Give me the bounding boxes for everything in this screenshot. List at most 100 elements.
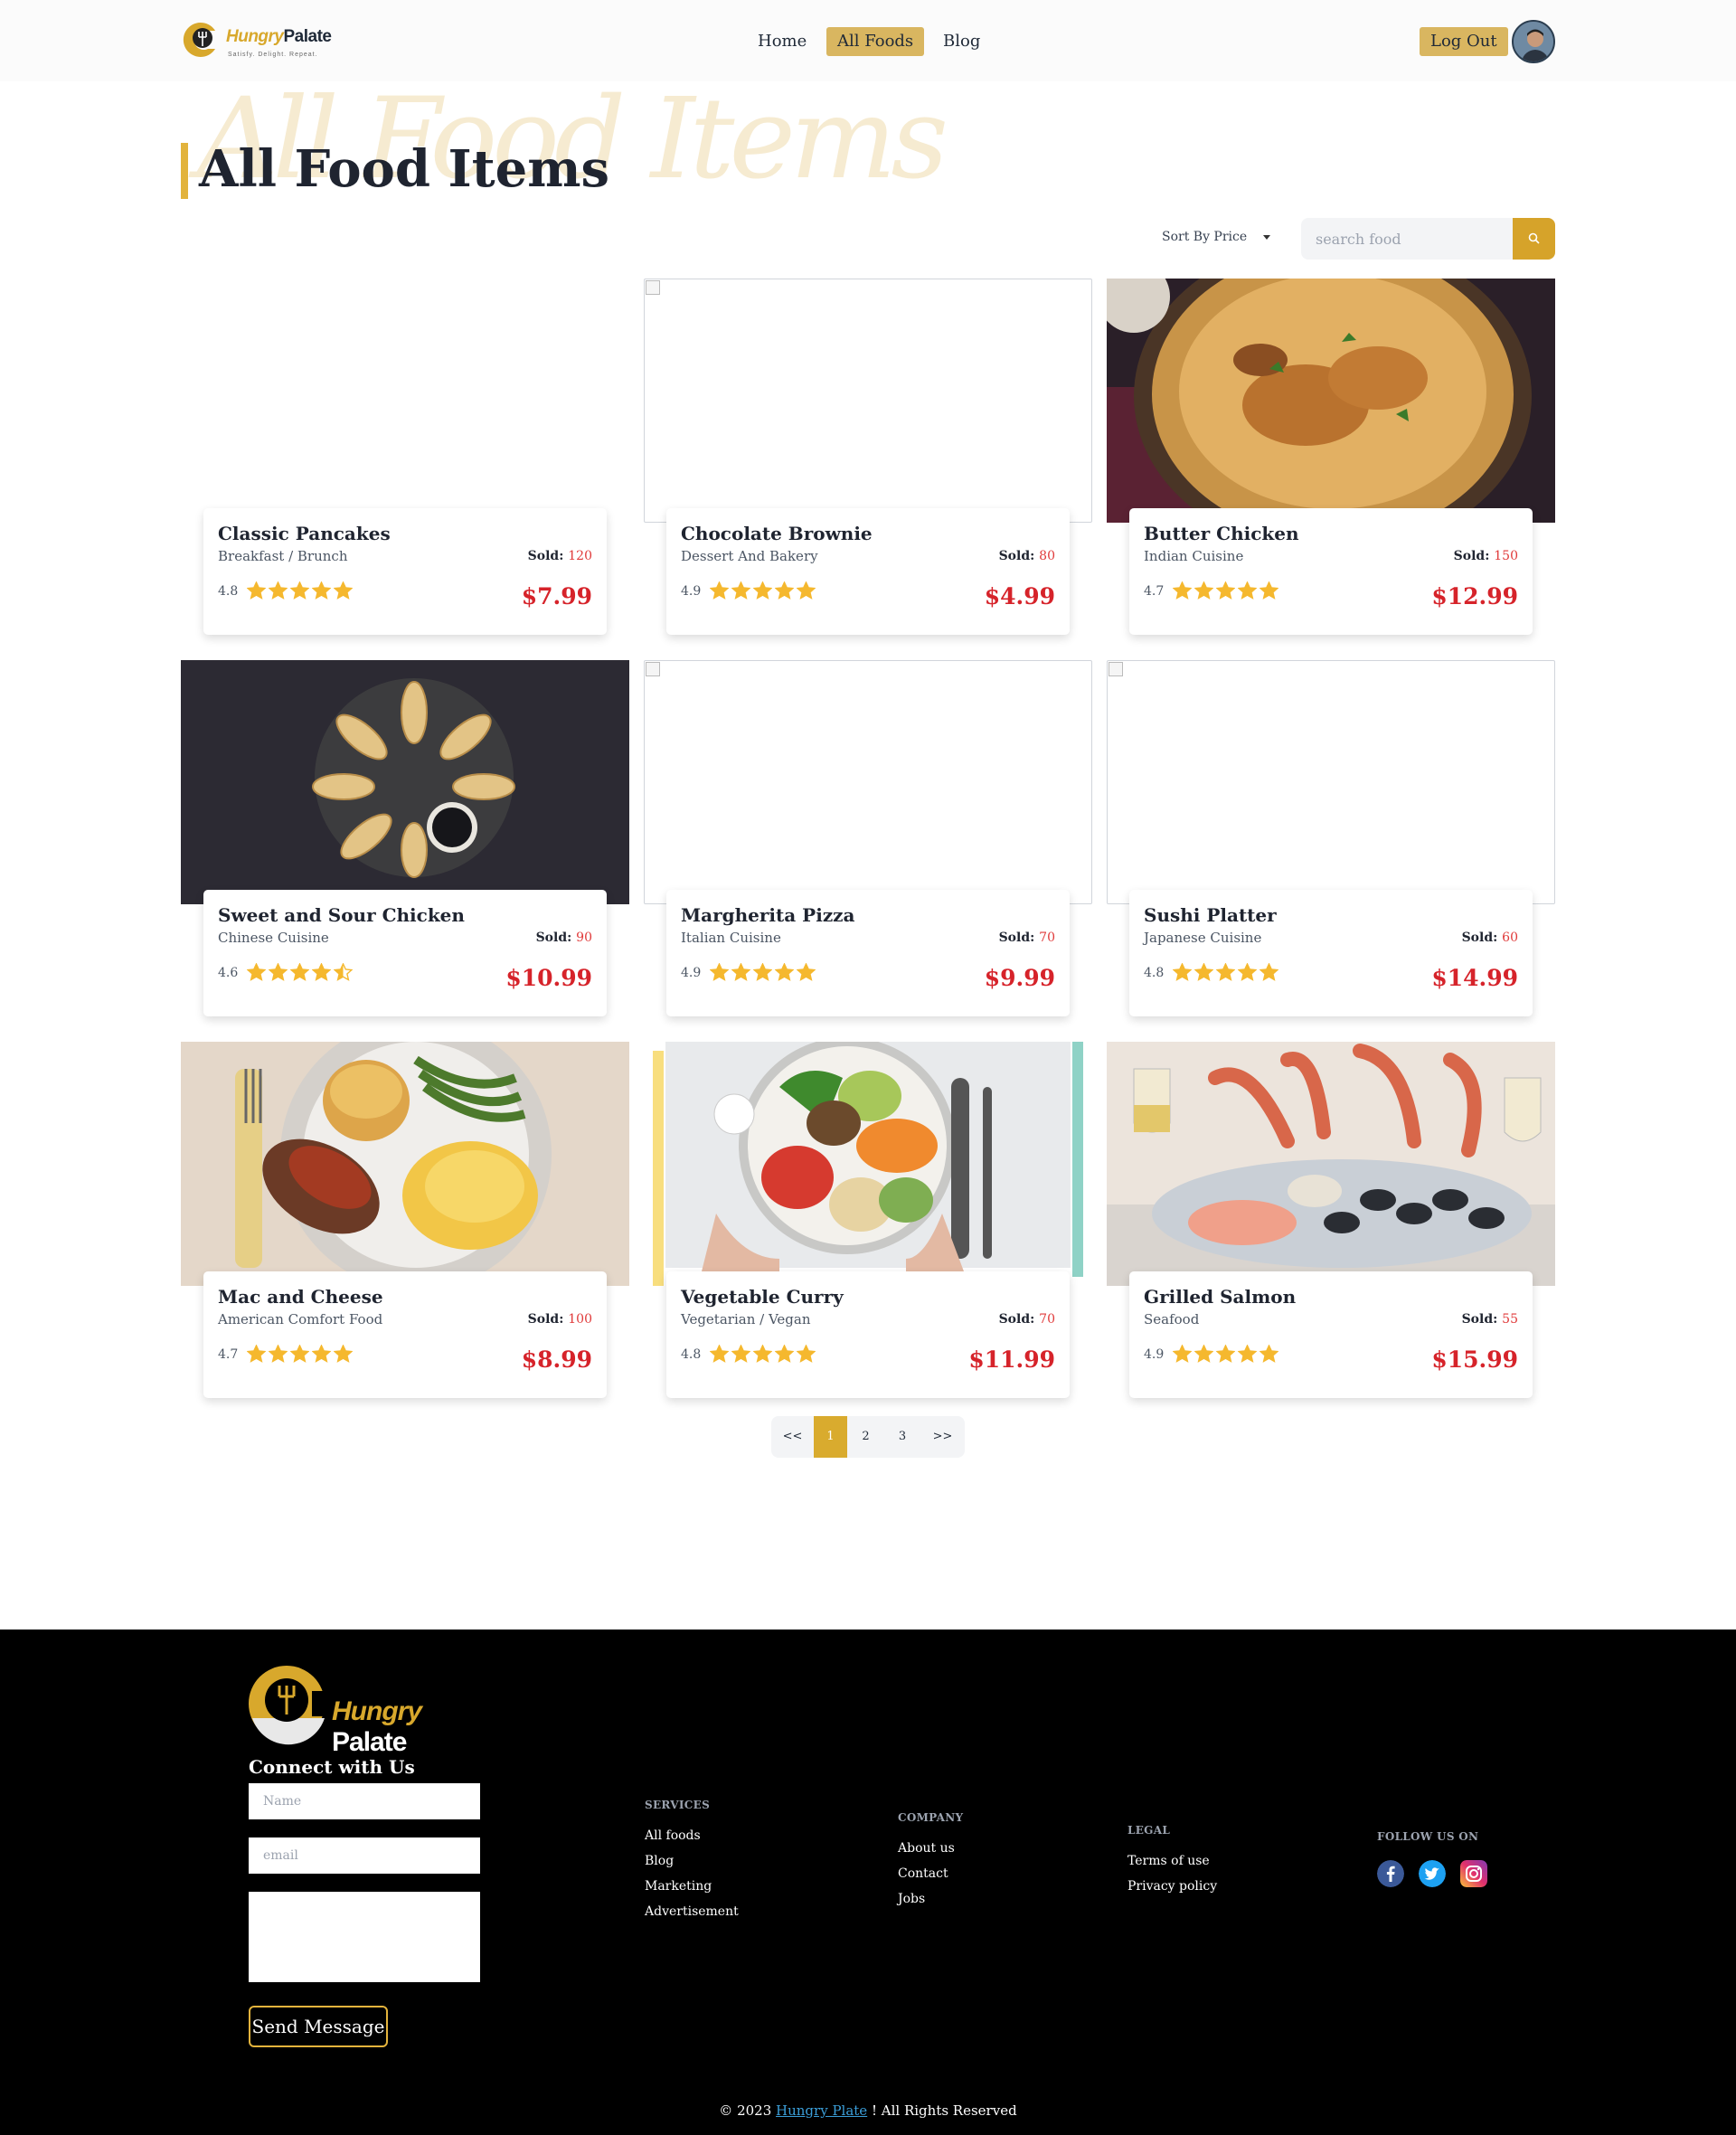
- page-button-1[interactable]: 1: [814, 1416, 847, 1458]
- page-next-button[interactable]: >>: [920, 1416, 965, 1458]
- follow-heading: FOLLOW US ON: [1377, 1830, 1479, 1843]
- food-sold: Sold: 90: [535, 931, 592, 945]
- footer-link-about[interactable]: About us: [898, 1841, 955, 1856]
- page-button-3[interactable]: 3: [884, 1416, 920, 1458]
- star-icon: [1216, 1345, 1235, 1363]
- food-card[interactable]: Chocolate Brownie Dessert And Bakery Sol…: [644, 279, 1092, 676]
- page-prev-button[interactable]: <<: [771, 1416, 814, 1458]
- food-category: Japanese Cuisine: [1144, 930, 1262, 946]
- footer-link-terms[interactable]: Terms of use: [1127, 1854, 1210, 1868]
- message-field[interactable]: [249, 1892, 480, 1982]
- food-image: [1107, 279, 1555, 523]
- title-accent-bar: [181, 143, 188, 199]
- name-field[interactable]: [249, 1783, 480, 1819]
- food-category: Vegetarian / Vegan: [681, 1311, 811, 1327]
- broken-image-icon: [646, 662, 660, 676]
- food-card[interactable]: Butter Chicken Indian Cuisine Sold: 150 …: [1107, 279, 1555, 676]
- food-rating: 4.8: [1144, 966, 1165, 980]
- food-category: Indian Cuisine: [1144, 548, 1244, 564]
- food-price: $11.99: [968, 1346, 1055, 1373]
- food-info: Butter Chicken Indian Cuisine Sold: 150 …: [1129, 508, 1533, 635]
- footer-link-contact[interactable]: Contact: [898, 1866, 948, 1881]
- star-icon: [731, 581, 750, 600]
- top-navbar: HungryPalate Satisfy. Delight. Repeat. H…: [0, 0, 1736, 81]
- food-image: [644, 1042, 1092, 1286]
- food-info: Classic Pancakes Breakfast / Brunch Sold…: [203, 508, 607, 635]
- nav-all-foods[interactable]: All Foods: [826, 27, 925, 56]
- footer-link-privacy[interactable]: Privacy policy: [1127, 1879, 1217, 1894]
- food-name: Grilled Salmon: [1144, 1286, 1297, 1308]
- food-card[interactable]: Grilled Salmon Seafood Sold: 55 4.9 $15.…: [1107, 1042, 1555, 1440]
- food-image: [1107, 660, 1555, 904]
- food-sold: Sold: 70: [998, 931, 1055, 945]
- food-price: $4.99: [984, 583, 1055, 609]
- food-category: Dessert And Bakery: [681, 548, 818, 564]
- footer-link-jobs[interactable]: Jobs: [898, 1892, 925, 1906]
- food-price: $9.99: [984, 965, 1055, 991]
- food-card[interactable]: Sweet and Sour Chicken Chinese Cuisine S…: [181, 660, 629, 1058]
- star-icon: [334, 1345, 353, 1363]
- food-sold: Sold: 150: [1453, 549, 1518, 563]
- facebook-icon[interactable]: [1377, 1860, 1404, 1887]
- twitter-icon[interactable]: [1419, 1860, 1446, 1887]
- footer-link-all-foods[interactable]: All foods: [645, 1828, 701, 1843]
- food-card[interactable]: Vegetable Curry Vegetarian / Vegan Sold:…: [644, 1042, 1092, 1440]
- footer-link-marketing[interactable]: Marketing: [645, 1879, 712, 1894]
- search-input[interactable]: [1301, 218, 1513, 260]
- food-price: $15.99: [1431, 1346, 1518, 1373]
- star-icon: [797, 963, 816, 981]
- food-card[interactable]: Sushi Platter Japanese Cuisine Sold: 60 …: [1107, 660, 1555, 1058]
- star-icon: [1238, 1345, 1257, 1363]
- star-icon: [797, 581, 816, 600]
- food-image: [181, 279, 629, 523]
- food-sold: Sold: 55: [1461, 1312, 1518, 1327]
- logout-button[interactable]: Log Out: [1420, 27, 1508, 56]
- star-icon: [334, 581, 353, 600]
- food-info: Chocolate Brownie Dessert And Bakery Sol…: [666, 508, 1070, 635]
- food-name: Vegetable Curry: [681, 1286, 844, 1308]
- sort-label: Sort By Price: [1162, 230, 1248, 244]
- food-card[interactable]: Mac and Cheese American Comfort Food Sol…: [181, 1042, 629, 1440]
- star-rating: [1173, 963, 1281, 981]
- star-rating: [1173, 1345, 1281, 1363]
- page-title: All Food Items: [199, 139, 610, 199]
- star-icon: [710, 1345, 729, 1363]
- chevron-down-icon: [1263, 234, 1271, 240]
- star-icon: [731, 963, 750, 981]
- food-rating: 4.8: [681, 1347, 702, 1362]
- nav-blog[interactable]: Blog: [932, 27, 991, 56]
- search-button[interactable]: [1513, 218, 1555, 260]
- page-button-2[interactable]: 2: [847, 1416, 884, 1458]
- star-icon: [269, 1345, 288, 1363]
- email-field[interactable]: [249, 1837, 480, 1874]
- footer-link-blog[interactable]: Blog: [645, 1854, 674, 1868]
- star-icon: [753, 581, 772, 600]
- user-icon: [1514, 22, 1553, 61]
- send-message-button[interactable]: Send Message: [249, 2006, 388, 2047]
- sort-dropdown[interactable]: Sort By Price: [1162, 230, 1271, 244]
- food-image: [181, 1042, 629, 1286]
- star-icon: [247, 1345, 266, 1363]
- food-info: Grilled Salmon Seafood Sold: 55 4.9 $15.…: [1129, 1271, 1533, 1398]
- food-info: Sweet and Sour Chicken Chinese Cuisine S…: [203, 890, 607, 1016]
- star-icon: [1194, 1345, 1213, 1363]
- star-icon: [334, 963, 353, 981]
- instagram-icon[interactable]: [1460, 1860, 1487, 1887]
- food-card[interactable]: Margherita Pizza Italian Cuisine Sold: 7…: [644, 660, 1092, 1058]
- nav-home[interactable]: Home: [747, 27, 817, 56]
- star-icon: [1238, 963, 1257, 981]
- food-name: Margherita Pizza: [681, 904, 855, 926]
- food-image: [1107, 1042, 1555, 1286]
- user-avatar[interactable]: [1512, 20, 1555, 63]
- food-price: $14.99: [1431, 965, 1518, 991]
- copyright-link[interactable]: Hungry Plate: [776, 2102, 867, 2119]
- food-sold: Sold: 80: [998, 549, 1055, 563]
- footer-logo[interactable]: Hungry Palate: [249, 1664, 484, 1757]
- connect-heading: Connect with Us: [249, 1756, 415, 1778]
- star-icon: [290, 1345, 309, 1363]
- star-icon: [247, 581, 266, 600]
- footer-link-advertisement[interactable]: Advertisement: [645, 1904, 739, 1919]
- star-icon: [775, 1345, 794, 1363]
- star-icon: [1194, 963, 1213, 981]
- food-card[interactable]: Classic Pancakes Breakfast / Brunch Sold…: [181, 279, 629, 676]
